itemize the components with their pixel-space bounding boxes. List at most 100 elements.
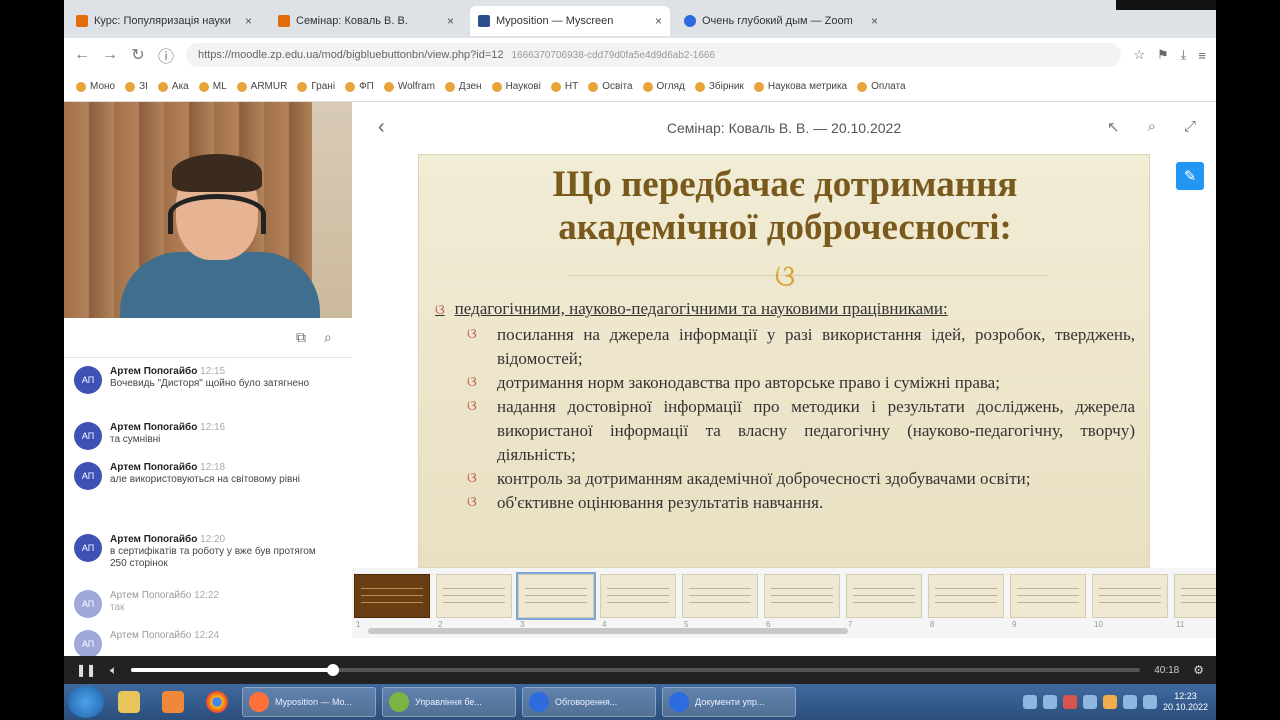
bookmark-label: Ака [171, 81, 189, 92]
bookmark-item[interactable]: Ака [157, 81, 189, 92]
bookmark-item[interactable]: Наукова метрика [753, 81, 847, 92]
pause-icon[interactable]: ❚❚ [76, 663, 96, 677]
back-arrow-icon[interactable]: ← [74, 46, 90, 64]
close-icon[interactable]: × [447, 14, 454, 28]
thumbnail-number: 7 [848, 620, 853, 629]
tray-icon[interactable] [1022, 695, 1037, 709]
message-content: Артем Попогайбо 12:24 [110, 630, 219, 656]
bookmark-item[interactable]: Дзен [444, 81, 482, 92]
tray-icon[interactable] [1082, 695, 1097, 709]
volume-icon[interactable]: 🔈︎ [110, 663, 117, 678]
bookmark-item[interactable]: Грані [297, 81, 335, 92]
chrome-logo-icon [206, 691, 228, 713]
video-progress[interactable] [131, 664, 1141, 676]
bookmark-item[interactable]: Огляд [642, 81, 685, 92]
slide-thumbnail[interactable] [764, 574, 840, 618]
presentation-header: ‹ Семінар: Коваль В. В. — 20.10.2022 ↖ ⌕… [352, 102, 1216, 154]
chat-message: АП Артем Попогайбо 12:20 в сертифікатів та… [74, 534, 334, 570]
url-field[interactable]: https://moodle.zp.edu.ua/mod/bigbluebutt… [186, 43, 1122, 67]
message-author: Артем Попогайбо [110, 590, 192, 601]
video-controls: ❚❚ 🔈︎ 40:18 ⚙ [64, 656, 1216, 684]
bookmark-item[interactable]: Наукові [491, 81, 541, 92]
chat-message: АП Артем Попогайбо 12:16 та сумнівні [74, 422, 334, 450]
taskbar-task[interactable]: Myposition — Mo... [242, 687, 376, 717]
settings-icon[interactable]: ⚙ [1193, 663, 1204, 677]
bookmark-item[interactable]: ML [198, 81, 227, 92]
bookmark-favicon-icon [694, 81, 705, 92]
bookmark-item[interactable]: Моно [76, 81, 115, 92]
bookmark-item[interactable]: Wolfram [383, 81, 435, 92]
slide-thumbnail[interactable] [436, 574, 512, 618]
slide-thumbnail[interactable] [516, 572, 596, 620]
slide-thumbnail[interactable] [846, 574, 922, 618]
thumbnail-preview [771, 585, 833, 609]
message-author: Артем Попогайбо [110, 422, 198, 433]
browser-tab-1[interactable]: Курс: Популяризація науки × [68, 6, 260, 36]
close-icon[interactable]: × [655, 14, 662, 28]
browser-tab-2[interactable]: Семінар: Коваль В. В. × [270, 6, 462, 36]
tray-icon[interactable] [1102, 695, 1117, 709]
back-chevron-icon[interactable]: ‹ [378, 116, 385, 139]
media-player-icon[interactable] [154, 687, 192, 717]
star-icon[interactable]: ☆ [1133, 47, 1145, 63]
forward-arrow-icon[interactable]: → [102, 46, 118, 64]
pointer-icon[interactable]: ↖ [1107, 118, 1120, 136]
browser-tab-4[interactable]: Очень глубокий дым — Zoom × [676, 6, 886, 36]
extensions-icon[interactable]: ⚑ [1157, 47, 1169, 63]
bookmark-item[interactable]: НТ [550, 81, 578, 92]
slide-bullet: ଓ дотримання норм законодавства про автор… [467, 371, 1135, 395]
bookmark-favicon-icon [297, 81, 308, 92]
bookmark-item[interactable]: Збірник [694, 81, 744, 92]
thumbnail-number: 1 [356, 620, 361, 629]
clock[interactable]: 12:23 20.10.2022 [1163, 691, 1208, 713]
explorer-icon[interactable] [110, 687, 148, 717]
tools-button[interactable]: ✎ [1176, 162, 1204, 190]
message-time: 12:16 [200, 422, 226, 433]
info-icon[interactable]: ⓘ [158, 43, 174, 67]
bookmark-item[interactable]: ФП [345, 81, 374, 92]
slide-thumbnail[interactable] [1010, 574, 1086, 618]
taskbar-task[interactable]: Документи упр... [662, 687, 796, 717]
slide-thumbnail[interactable] [682, 574, 758, 618]
copy-icon[interactable]: ⧉ [296, 329, 306, 346]
download-icon[interactable]: ⤓ [1181, 47, 1187, 63]
slide-thumbnail[interactable] [600, 574, 676, 618]
slide-bullet-text: надання достовірної інформації про метод… [497, 397, 1135, 464]
chrome-icon[interactable] [198, 687, 236, 717]
menu-icon[interactable]: ≡ [1198, 48, 1206, 63]
bookmark-item[interactable]: Освіта [588, 81, 633, 92]
task-app-icon [529, 692, 549, 712]
slide-thumbnail[interactable] [928, 574, 1004, 618]
bookmark-favicon-icon [491, 81, 502, 92]
slide-thumbnail[interactable] [354, 574, 430, 618]
taskbar-task[interactable]: Обговорення... [522, 687, 656, 717]
tray-icon[interactable] [1062, 695, 1077, 709]
slide-bullet-text: контроль за дотриманням академічної добр… [497, 469, 1031, 488]
fullscreen-icon[interactable]: ⤢ [1184, 118, 1196, 136]
slide-bullet-text: об'єктивне оцінювання результатів навчан… [497, 493, 824, 512]
slide-thumbnail[interactable] [1174, 574, 1216, 618]
thumbnail-number: 10 [1094, 620, 1103, 629]
bookmark-item[interactable]: ЗІ [125, 81, 148, 92]
close-icon[interactable]: × [245, 14, 252, 28]
slide-thumbnail[interactable] [1092, 574, 1168, 618]
taskbar-task[interactable]: Управління бе... [382, 687, 516, 717]
speaker-body [120, 252, 320, 318]
chat-panel: АП Артем Попогайбо 12:15 Вочевидь "Дисторя… [64, 358, 352, 656]
close-icon[interactable]: × [871, 14, 878, 28]
tray-icon[interactable] [1042, 695, 1057, 709]
zoom-icon[interactable]: ⌕ [1148, 118, 1156, 136]
search-icon[interactable]: ⌕ [324, 329, 332, 346]
network-icon[interactable] [1122, 695, 1137, 709]
start-button[interactable] [68, 686, 104, 718]
browser-tab-3[interactable]: Myposition — Myscreen × [470, 6, 670, 36]
thumbnail-preview [1017, 585, 1079, 609]
volume-tray-icon[interactable] [1142, 695, 1157, 709]
bookmark-item[interactable]: Оплата [857, 81, 906, 92]
headset-icon [168, 194, 266, 234]
progress-knob[interactable] [327, 664, 340, 676]
reload-icon[interactable]: ↻ [130, 45, 146, 65]
bookmark-item[interactable]: ARMUR [236, 81, 287, 92]
thumbnail-number: 6 [766, 620, 771, 629]
message-content: Артем Попогайбо 12:16 та сумнівні [110, 422, 225, 450]
